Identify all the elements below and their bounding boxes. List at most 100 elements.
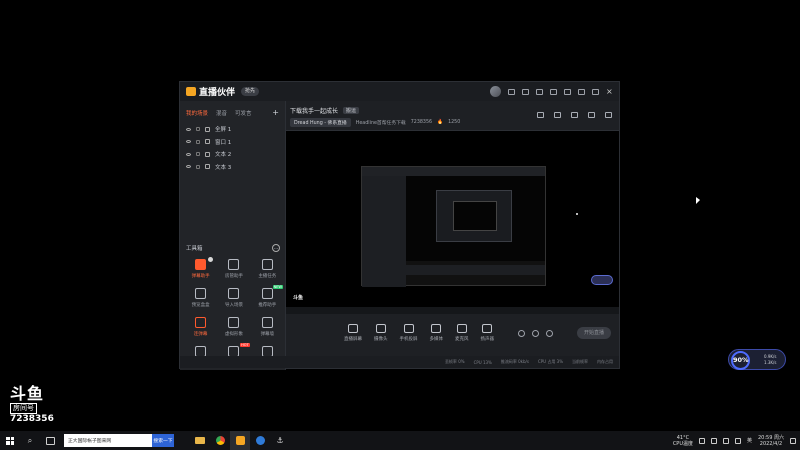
visibility-icon[interactable] [186,140,191,144]
close-icon[interactable]: × [606,87,613,95]
visibility-icon[interactable] [186,165,191,169]
battery-icon[interactable] [734,437,741,444]
share-icon[interactable] [605,112,612,118]
scene-item[interactable]: 文本 2 [180,148,285,161]
app-window: 直播伙伴 抢先 × 我的场景 混音 可发言 + 全屏 1 窗口 1 文本 2 文… [179,81,620,370]
input-language[interactable]: 英 [747,437,752,444]
record-icon[interactable] [571,112,578,118]
tool-preview-box[interactable]: 预览盒盒 [184,288,217,308]
start-button[interactable] [0,431,20,450]
mail-icon[interactable] [522,88,529,95]
tab-my-scenes[interactable]: 我的场景 [186,109,208,117]
stream-preview[interactable]: 斗鱼 [286,130,619,314]
tool-recommend[interactable]: NEW 推荐助手 [251,285,284,308]
scene-tabs: 我的场景 混音 可发言 + [180,101,285,121]
speaker-icon[interactable] [710,437,717,444]
minimize-icon[interactable] [578,88,585,95]
download-speed: 1.3K/s [764,360,777,365]
visibility-icon[interactable] [186,127,191,131]
anchor-chip[interactable]: Dread Hung - 佛系直播 [290,118,351,127]
tool-label: 连弹幕 [193,332,208,337]
lock-icon[interactable] [196,127,200,132]
tool-link-danmu[interactable]: 连弹幕 [184,317,217,337]
scene-item[interactable]: 文本 3 [180,161,285,174]
taskbar-search-input[interactable]: 正大国际帐子图来网 [64,434,152,447]
popularity: 1250 [448,120,461,125]
status-item: 丢帧率 0% [444,359,465,364]
microphone-button[interactable]: 麦克风 [455,324,469,342]
blue-app-icon[interactable] [250,431,270,450]
message-icon[interactable] [508,88,515,95]
taskbar-search-button[interactable]: 搜索一下 [152,434,174,447]
visibility-icon[interactable] [186,152,191,156]
fullscreen-source-icon [205,126,210,132]
monitor-icon [348,324,358,333]
window-source-icon [205,139,210,145]
scene-list: 全屏 1 窗口 1 文本 2 文本 3 [180,121,285,175]
version-button[interactable]: 抢先 [241,87,260,96]
tab-mixer[interactable]: 混音 [216,109,227,117]
clock[interactable]: 20:59 周六 2022/4/2 [758,435,784,447]
speed-readout: 0.9K/s 1.3K/s [764,354,776,366]
network-speed-widget[interactable]: 90% 0.9K/s 1.3K/s [728,349,786,370]
anchor-icon[interactable]: ⚓ [270,431,290,450]
notification-icon[interactable] [790,437,796,444]
skin-icon[interactable] [536,88,543,95]
add-scene-icon[interactable]: + [272,108,279,117]
tool-import-scene[interactable]: 导入场景 [217,288,250,308]
more-icon[interactable]: … [272,244,280,252]
chevron-up-icon[interactable] [698,437,705,444]
phone-cast-button[interactable]: 手机投屏 [400,324,418,342]
speaker-button[interactable]: 扬声器 [481,324,494,342]
cpu-temp-widget[interactable]: 41°C CPU温度 [673,435,693,447]
tool-anchor-task[interactable]: 主播任务 [251,259,284,279]
camera-button[interactable]: 摄像头 [374,324,388,342]
admin-icon [228,259,240,270]
title-bar: 直播伙伴 抢先 × [180,82,619,101]
maximize-icon[interactable] [592,88,599,95]
scene-item[interactable]: 窗口 1 [180,136,285,149]
new-badge: NEW [272,285,283,289]
status-item: CPU 13% [473,359,492,365]
record-icon[interactable] [518,329,525,337]
windows-icon [6,436,14,445]
file-explorer-icon[interactable] [190,431,210,450]
timer-icon[interactable] [532,329,539,337]
room-title[interactable]: 下载我手一起成长 [290,106,338,115]
settings-icon[interactable] [546,329,553,337]
microphone-icon [456,324,467,333]
menu-icon[interactable] [564,88,571,95]
tab-speakers[interactable]: 可发言 [235,109,252,117]
tool-danmu-helper[interactable]: 弹幕助手 [184,257,217,279]
category-tag[interactable]: 搬运 [343,107,360,114]
chrome-icon[interactable] [210,431,230,450]
phone-icon [403,324,414,333]
network-icon[interactable] [722,437,729,444]
gift-icon[interactable] [537,112,544,118]
shop-icon[interactable] [554,112,561,118]
lock-icon[interactable] [196,152,200,157]
wall-icon [261,317,273,328]
fire-icon: 🔥 [437,120,444,125]
lock-icon[interactable] [196,164,200,169]
lock-icon[interactable] [196,139,200,144]
bell-icon[interactable] [588,112,595,118]
app-logo: 直播伙伴 [186,85,235,98]
start-live-button[interactable]: 开始直播 [577,327,611,339]
task-view-icon[interactable] [40,431,60,450]
tool-label: 房管助手 [224,274,243,279]
screen-capture-button[interactable]: 直播屏幕 [344,324,362,342]
app-name: 直播伙伴 [199,88,236,98]
tool-danmu-wall[interactable]: 弹幕墙 [251,317,284,337]
settings-icon[interactable] [550,88,557,95]
search-icon[interactable]: ⌕ [20,431,40,450]
avatar[interactable] [490,86,501,97]
tool-room-admin[interactable]: 房管助手 [217,259,250,279]
scene-item[interactable]: 全屏 1 [180,123,285,136]
streaming-app-icon[interactable] [230,431,250,450]
nested-preview-window [361,166,546,287]
tool-label: 主播任务 [258,274,277,279]
media-button[interactable]: 多媒体 [430,324,443,342]
usage-gauge: 90% [731,351,750,370]
tool-avatar[interactable]: 虚拟形象 [217,317,250,337]
